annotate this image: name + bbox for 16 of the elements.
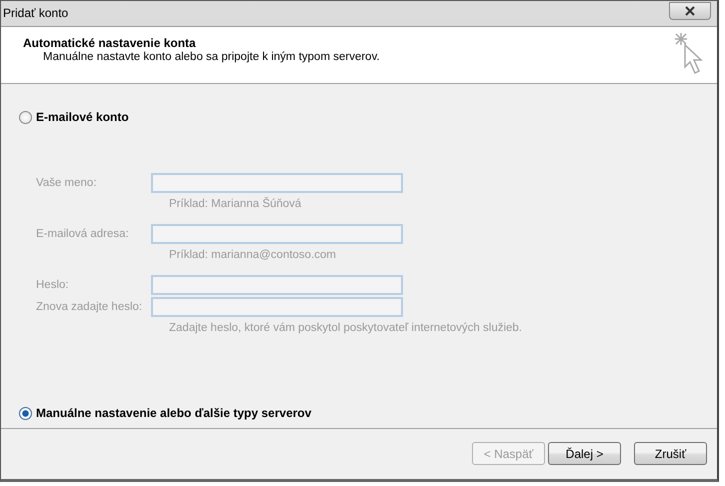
close-button[interactable]	[669, 2, 711, 20]
window-title: Pridať konto	[3, 6, 68, 20]
header-subtitle: Manuálne nastavte konto alebo sa pripojte k iným typom serverov.	[43, 51, 380, 63]
header-title: Automatické nastavenie konta	[23, 36, 197, 50]
field-label: Heslo:	[36, 279, 70, 291]
hint-text: Príklad: Marianna Šúňová	[169, 198, 302, 212]
field-label: E-mailová adresa:	[36, 228, 130, 240]
field-label: Znova zadajte heslo:	[36, 301, 144, 313]
hint-text: Zadajte heslo, ktoré vám poskytol poskytovateľ internetových služieb.	[169, 322, 524, 336]
field-label: Vaše meno:	[36, 177, 98, 189]
dialog-button[interactable]: Ďalej >	[548, 442, 621, 465]
hint-text: Príklad: marianna@contoso.com	[169, 249, 337, 263]
radio-button[interactable]: Manuálne nastavenie alebo ďalšie typy serverov	[19, 406, 312, 420]
radio-button[interactable]: E-mailové konto	[19, 110, 129, 124]
dialog-button[interactable]: Zrušiť	[634, 442, 707, 465]
close-icon	[684, 6, 696, 16]
